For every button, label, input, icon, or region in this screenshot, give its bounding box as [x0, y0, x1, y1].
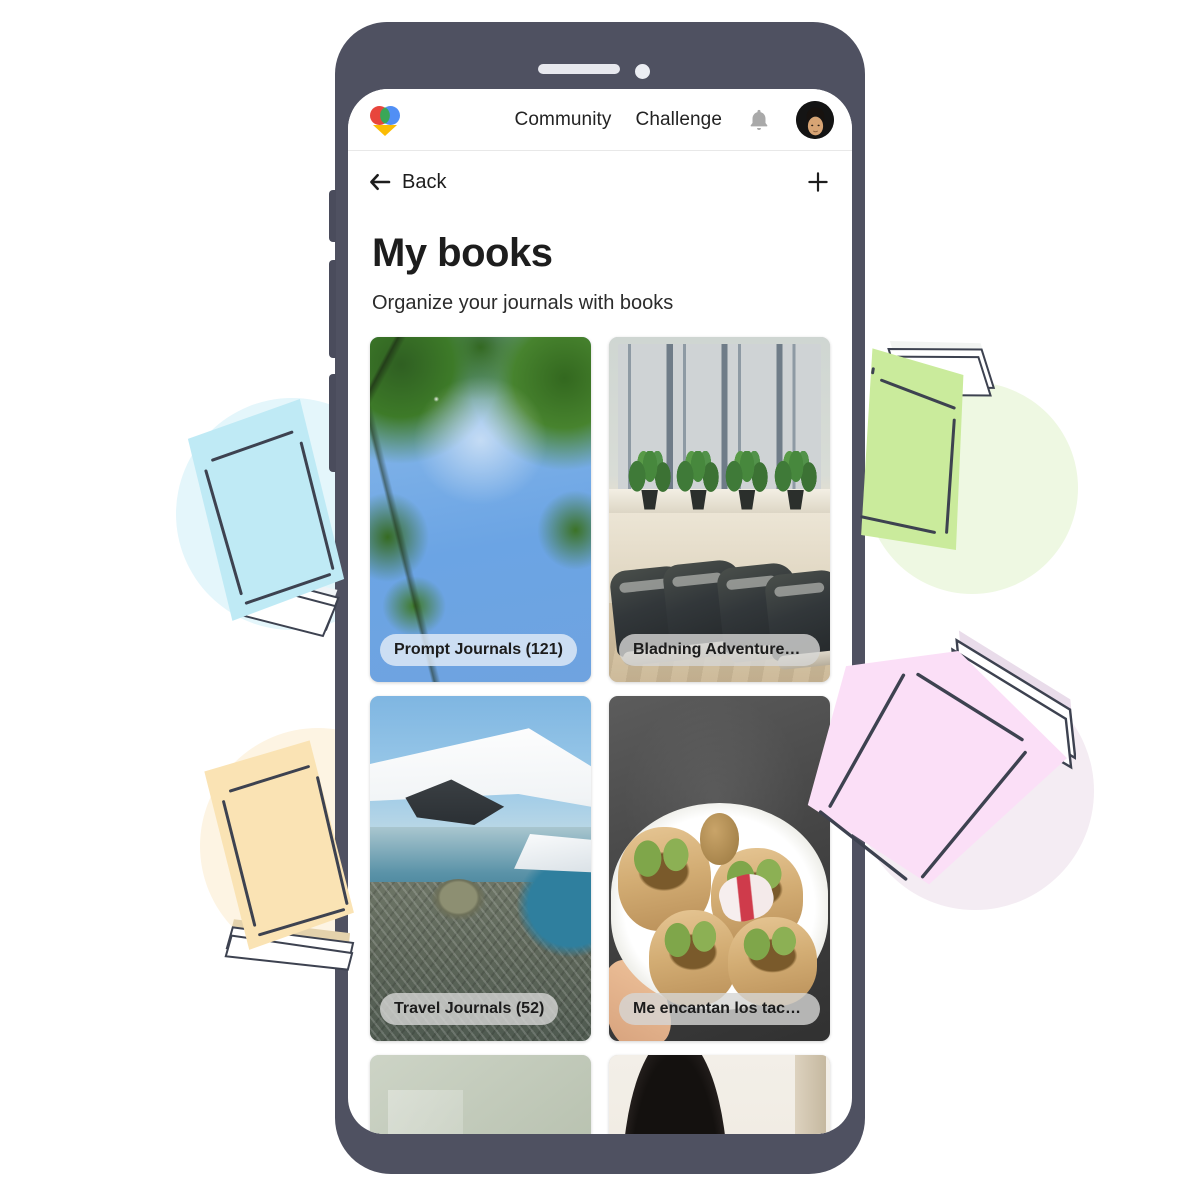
page-content: My books Organize your journals with boo… — [348, 213, 852, 1134]
back-button-label: Back — [402, 170, 447, 193]
page-subtitle: Organize your journals with books — [372, 292, 674, 314]
add-book-button[interactable] — [806, 170, 830, 194]
phone-frame: Community Challenge Back My books Organi… — [329, 22, 865, 1174]
book-card-partial-right[interactable] — [609, 1055, 830, 1134]
page-title: My books — [372, 231, 553, 275]
book-card-bladning-adventures[interactable]: Bladning Adventures (21) — [609, 337, 830, 682]
photo-plant — [772, 450, 819, 510]
book-cover-photo — [609, 1055, 830, 1134]
arrow-left-icon — [368, 172, 392, 192]
photo-taco — [648, 909, 738, 1007]
nav-challenge[interactable]: Challenge — [636, 109, 722, 131]
photo-plant — [723, 450, 770, 510]
book-title-chip: Travel Journals (52) — [380, 993, 559, 1025]
phone-speaker-grille — [538, 64, 620, 74]
screen-sub-bar: Back — [348, 151, 852, 213]
book-card-prompt-journals[interactable]: Prompt Journals (121) — [370, 337, 591, 682]
book-cover-photo — [370, 1055, 591, 1134]
book-card-travel-journals[interactable]: Travel Journals (52) — [370, 696, 591, 1041]
user-avatar[interactable] — [796, 100, 834, 139]
book-cover-photo — [609, 337, 830, 682]
photo-potato — [699, 813, 740, 866]
photo-doorframe — [794, 1055, 826, 1134]
book-cover-photo — [609, 696, 830, 1041]
screenshot-canvas: Community Challenge Back My books Organi… — [0, 0, 1200, 1200]
heart-logo[interactable] — [366, 102, 404, 138]
phone-front-camera — [635, 64, 650, 79]
back-button[interactable]: Back — [368, 171, 446, 194]
phone-volume-down-button[interactable] — [329, 374, 336, 472]
phone-volume-up-button[interactable] — [329, 260, 336, 358]
notification-bell-icon[interactable] — [746, 106, 772, 134]
book-cover-photo — [370, 337, 591, 682]
app-top-bar: Community Challenge — [348, 89, 852, 151]
plus-icon — [806, 172, 830, 198]
phone-screen: Community Challenge Back My books Organi… — [348, 89, 852, 1134]
book-card-me-encantan-los-tacos[interactable]: Me encantan los tacos (8) — [609, 696, 830, 1041]
book-grid: Prompt Journals (121) Bladning Adventure… — [370, 337, 830, 1134]
photo-plant — [675, 450, 722, 510]
app-top-bar-nav: Community Challenge — [515, 100, 834, 139]
book-title-chip: Bladning Adventures (21) — [619, 634, 820, 666]
photo-bay — [515, 868, 591, 959]
phone-side-button-top[interactable] — [329, 190, 336, 242]
book-title-chip: Me encantan los tacos (8) — [619, 993, 820, 1025]
photo-crater — [431, 878, 485, 921]
deco-circle-green — [866, 382, 1078, 594]
book-cover-photo — [370, 696, 591, 1041]
photo-hair — [622, 1055, 729, 1134]
book-title-chip: Prompt Journals (121) — [380, 634, 577, 666]
book-card-partial-left[interactable] — [370, 1055, 591, 1134]
deco-circle-pink — [856, 672, 1094, 910]
photo-plant — [626, 450, 673, 510]
nav-community[interactable]: Community — [515, 109, 612, 131]
